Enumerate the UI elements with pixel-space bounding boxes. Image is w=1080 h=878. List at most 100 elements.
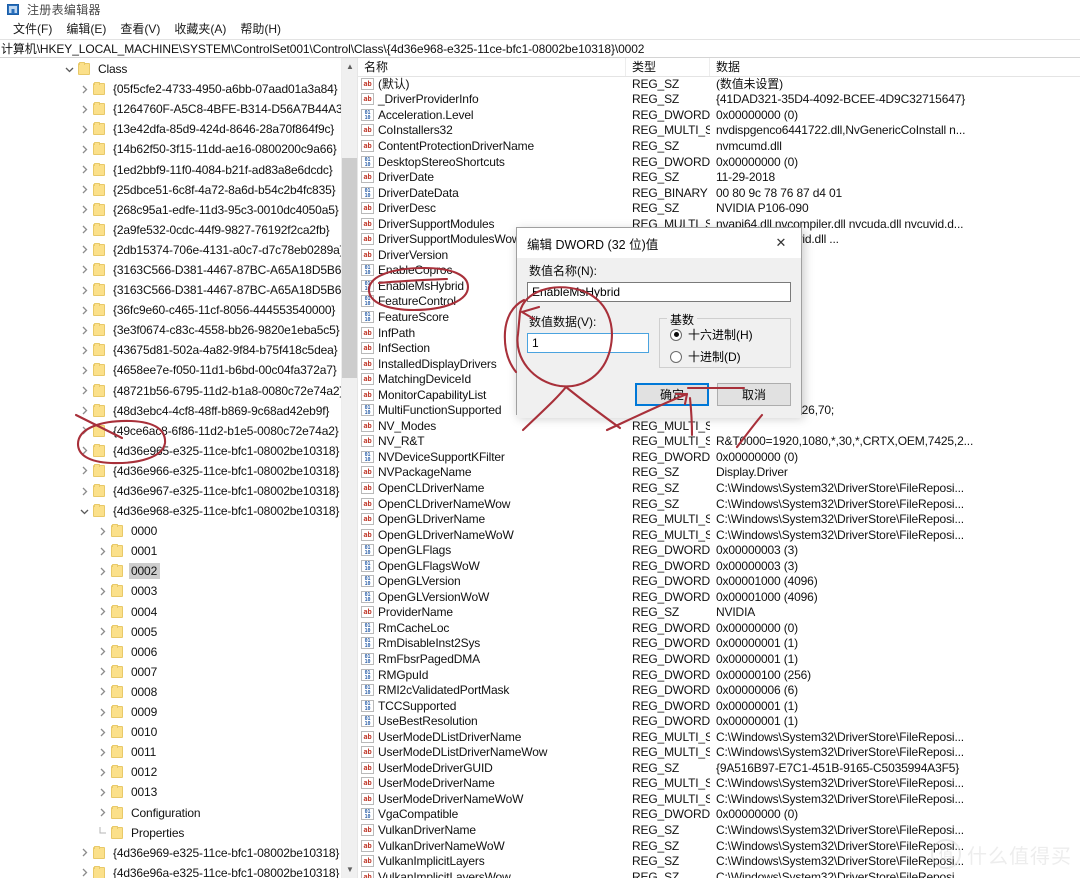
chevron-right-icon[interactable] [77,185,92,194]
tree-node[interactable]: 0000 [0,521,341,541]
value-row[interactable]: RMGpuId REG_DWORD 0x00000100 (256) [358,667,1080,683]
tree-node[interactable]: {13e42dfa-85d9-424d-8646-28a70f864f9c} [0,119,341,139]
value-row[interactable]: RmDisableInst2Sys REG_DWORD 0x00000001 (1) [358,636,1080,652]
tree-node[interactable]: {2a9fe532-0cdc-44f9-9827-76192f2ca2fb} [0,220,341,240]
value-row[interactable]: _DriverProviderInfo REG_SZ {41DAD321-35D4-… [358,92,1080,108]
value-row[interactable]: DriverDate REG_SZ 11-29-2018 [358,169,1080,185]
tree-node[interactable]: 0009 [0,702,341,722]
chevron-down-icon[interactable] [77,507,92,516]
menu-help[interactable]: 帮助(H) [233,19,288,39]
tree-node[interactable]: {4d36e967-e325-11ce-bfc1-08002be10318} [0,481,341,501]
value-row[interactable]: OpenCLDriverName REG_SZ C:\Windows\System3… [358,480,1080,496]
value-row[interactable]: ContentProtectionDriverName REG_SZ nvmcumd… [358,138,1080,154]
chevron-right-icon[interactable] [95,687,110,696]
value-row[interactable]: (默认) REG_SZ (数值未设置) [358,76,1080,92]
chevron-right-icon[interactable] [77,145,92,154]
chevron-right-icon[interactable] [95,768,110,777]
chevron-right-icon[interactable] [77,326,92,335]
value-row[interactable]: UserModeDListDriverNameWow REG_MULTI_SZ C:… [358,745,1080,761]
registry-tree[interactable]: Class {05f5cfe2-4733-4950-a6bb-07aad01a3a… [0,58,341,878]
tree-node[interactable]: 0001 [0,541,341,561]
value-row[interactable]: OpenGLFlagsWoW REG_DWORD 0x00000003 (3) [358,558,1080,574]
chevron-right-icon[interactable] [77,466,92,475]
value-row[interactable]: DriverDateData REG_BINARY 00 80 9c 78 76 8… [358,185,1080,201]
tree-node[interactable]: {4d36e969-e325-11ce-bfc1-08002be10318} [0,843,341,863]
tree-node[interactable]: 0006 [0,642,341,662]
chevron-right-icon[interactable] [95,627,110,636]
tree-node[interactable]: Class [0,59,341,79]
value-row[interactable]: Acceleration.Level REG_DWORD 0x00000000 (0… [358,107,1080,123]
tree-node[interactable]: 0007 [0,662,341,682]
value-row[interactable]: OpenCLDriverNameWow REG_SZ C:\Windows\Syst… [358,496,1080,512]
tree-node[interactable]: {05f5cfe2-4733-4950-a6bb-07aad01a3a84} [0,79,341,99]
tree-node[interactable]: {36fc9e60-c465-11cf-8056-444553540000} [0,300,341,320]
chevron-right-icon[interactable] [95,647,110,656]
tree-node[interactable]: {25dbce51-6c8f-4a72-8a6d-b54c2b4fc835} [0,180,341,200]
value-row[interactable]: OpenGLVersionWoW REG_DWORD 0x00001000 (409… [358,589,1080,605]
tree-node[interactable]: {3163C566-D381-4467-87BC-A65A18D5B648} [0,260,341,280]
chevron-right-icon[interactable] [77,868,92,877]
chevron-right-icon[interactable] [77,426,92,435]
column-header-data[interactable]: 数据 [710,58,1080,76]
tree-node[interactable]: Properties [0,823,341,843]
ok-button[interactable]: 确定 [635,383,709,406]
chevron-right-icon[interactable] [95,708,110,717]
value-data-input[interactable]: 1 [527,333,649,353]
value-row[interactable]: VulkanImplicitLayers REG_SZ C:\Windows\Sys… [358,853,1080,869]
value-row[interactable]: OpenGLDriverNameWoW REG_MULTI_SZ C:\Window… [358,527,1080,543]
menu-view[interactable]: 查看(V) [113,19,167,39]
value-row[interactable]: UserModeDListDriverName REG_MULTI_SZ C:\Wi… [358,729,1080,745]
chevron-right-icon[interactable] [95,587,110,596]
chevron-right-icon[interactable] [77,487,92,496]
tree-node[interactable]: {268c95a1-edfe-11d3-95c3-0010dc4050a5} [0,200,341,220]
registry-values-list[interactable]: (默认) REG_SZ (数值未设置) _DriverProviderInfo REG_… [358,76,1080,878]
close-icon[interactable]: ✕ [761,228,801,258]
menu-favorites[interactable]: 收藏夹(A) [167,19,233,39]
value-row[interactable]: DesktopStereoShortcuts REG_DWORD 0x0000000… [358,154,1080,170]
tree-node[interactable]: Configuration [0,802,341,822]
chevron-right-icon[interactable] [77,446,92,455]
value-row[interactable]: VulkanDriverName REG_SZ C:\Windows\System3… [358,822,1080,838]
value-row[interactable]: NV_Modes REG_MULTI_SZ [358,418,1080,434]
address-path[interactable]: 计算机\HKEY_LOCAL_MACHINE\SYSTEM\ControlSet… [1,40,644,57]
chevron-right-icon[interactable] [77,366,92,375]
chevron-right-icon[interactable] [77,225,92,234]
chevron-right-icon[interactable] [77,105,92,114]
value-row[interactable]: NV_R&T REG_MULTI_SZ R&T0000=1920,1080,*,30… [358,434,1080,450]
value-row[interactable]: VgaCompatible REG_DWORD 0x00000000 (0) [358,807,1080,823]
tree-node[interactable]: {43675d81-502a-4a82-9f84-b75f418c5dea} [0,340,341,360]
tree-node[interactable]: 0002 [0,561,341,581]
tree-node[interactable]: {3163C566-D381-4467-87BC-A65A18D5B649} [0,280,341,300]
chevron-right-icon[interactable] [95,788,110,797]
column-header-name[interactable]: 名称 [358,58,626,76]
value-row[interactable]: UseBestResolution REG_DWORD 0x00000001 (1) [358,713,1080,729]
value-row[interactable]: VulkanDriverNameWoW REG_SZ C:\Windows\Syst… [358,838,1080,854]
value-row[interactable]: TCCSupported REG_DWORD 0x00000001 (1) [358,698,1080,714]
chevron-right-icon[interactable] [95,808,110,817]
chevron-down-icon[interactable] [62,65,77,74]
menu-edit[interactable]: 编辑(E) [59,19,113,39]
chevron-right-icon[interactable] [95,547,110,556]
value-row[interactable]: OpenGLFlags REG_DWORD 0x00000003 (3) [358,542,1080,558]
value-row[interactable]: DriverDesc REG_SZ NVIDIA P106-090 [358,200,1080,216]
tree-node[interactable]: 0010 [0,722,341,742]
value-row[interactable]: RMI2cValidatedPortMask REG_DWORD 0x0000000… [358,682,1080,698]
tree-node[interactable]: {4d36e965-e325-11ce-bfc1-08002be10318} [0,441,341,461]
tree-node[interactable]: {4d36e966-e325-11ce-bfc1-08002be10318} [0,461,341,481]
menu-file[interactable]: 文件(F) [6,19,59,39]
tree-node[interactable]: {1264760F-A5C8-4BFE-B314-D56A7B44A362} [0,99,341,119]
value-row[interactable]: NVPackageName REG_SZ Display.Driver [358,465,1080,481]
tree-node[interactable]: {1ed2bbf9-11f0-4084-b21f-ad83a8e6dcdc} [0,159,341,179]
tree-node[interactable]: {4d36e968-e325-11ce-bfc1-08002be10318} [0,501,341,521]
tree-node[interactable]: {14b62f50-3f15-11dd-ae16-0800200c9a66} [0,139,341,159]
tree-node[interactable]: 0012 [0,762,341,782]
chevron-right-icon[interactable] [77,265,92,274]
tree-node[interactable]: {3e3f0674-c83c-4558-bb26-9820e1eba5c5} [0,320,341,340]
chevron-right-icon[interactable] [77,85,92,94]
column-header-type[interactable]: 类型 [626,58,710,76]
tree-vertical-scrollbar[interactable]: ▲ ▼ [341,58,357,878]
chevron-right-icon[interactable] [95,667,110,676]
tree-node[interactable]: 0005 [0,622,341,642]
tree-node[interactable]: {4658ee7e-f050-11d1-b6bd-00c04fa372a7} [0,360,341,380]
radio-hexadecimal[interactable]: 十六进制(H) [670,326,782,343]
